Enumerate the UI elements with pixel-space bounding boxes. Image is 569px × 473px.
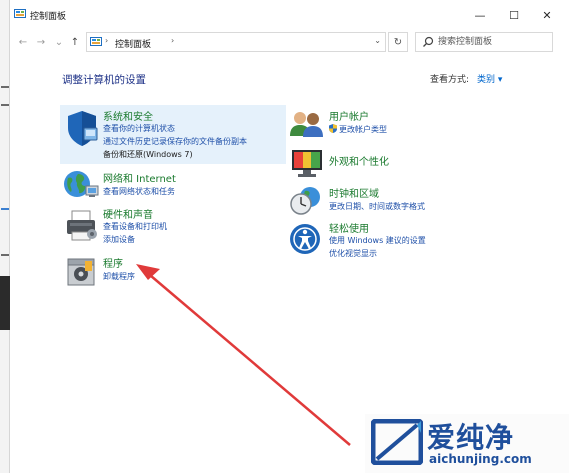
category-title[interactable]: 程序 bbox=[103, 255, 123, 270]
category-programs[interactable]: 程序 卸载程序 bbox=[60, 254, 286, 288]
navigation-bar: ← → ⌄ ↑ › 控制面板 › ⌄ ↻ bbox=[10, 30, 569, 54]
admin-shield-icon bbox=[329, 124, 337, 133]
printer-icon bbox=[67, 210, 97, 241]
desktop-mark bbox=[1, 254, 9, 256]
maximize-button[interactable]: ☐ bbox=[498, 0, 530, 30]
control-panel-window: 控制面板 — ☐ ✕ ← → ⌄ ↑ › 控制面板 › ⌄ ↻ 搜索控制面板 调… bbox=[10, 0, 569, 473]
category-link[interactable]: 卸载程序 bbox=[103, 271, 135, 282]
desktop-mark bbox=[1, 104, 9, 106]
watermark-url: aichunjing.com bbox=[429, 452, 532, 466]
category-hardware-sound[interactable]: 硬件和声音 查看设备和打印机 添加设备 bbox=[60, 205, 286, 247]
users-icon bbox=[290, 112, 323, 137]
accessibility-icon bbox=[290, 224, 320, 254]
address-bar[interactable]: › 控制面板 › ⌄ bbox=[86, 32, 386, 52]
programs-icon bbox=[67, 258, 95, 286]
category-user-accounts[interactable]: 用户帐户 更改帐户类型 bbox=[288, 106, 514, 140]
window-title: 控制面板 bbox=[30, 12, 67, 22]
category-link[interactable]: 更改日期、时间或数字格式 bbox=[329, 201, 425, 212]
category-title[interactable]: 用户帐户 bbox=[329, 108, 369, 123]
refresh-button[interactable]: ↻ bbox=[388, 32, 408, 52]
recent-locations-button[interactable]: ⌄ bbox=[52, 35, 66, 49]
category-link[interactable]: 备份和还原(Windows 7) bbox=[103, 149, 193, 160]
category-link[interactable]: 更改帐户类型 bbox=[339, 124, 387, 135]
category-ease-of-access[interactable]: 轻松使用 使用 Windows 建议的设置 优化视觉显示 bbox=[288, 219, 514, 259]
desktop-mark bbox=[1, 86, 9, 88]
clock-icon bbox=[290, 187, 320, 215]
category-link[interactable]: 查看网络状态和任务 bbox=[103, 186, 175, 197]
monitor-icon bbox=[292, 150, 322, 177]
desktop-dark-block bbox=[0, 276, 10, 330]
logo-mark bbox=[371, 419, 423, 465]
category-title[interactable]: 时钟和区域 bbox=[329, 185, 379, 200]
minimize-button[interactable]: — bbox=[464, 0, 496, 30]
category-system-security[interactable]: 系统和安全 查看你的计算机状态 通过文件历史记录保存你的文件备份副本 备份和还原… bbox=[60, 105, 286, 164]
view-by-dropdown[interactable]: 类别 ▾ bbox=[477, 72, 502, 85]
category-title[interactable]: 系统和安全 bbox=[103, 108, 153, 123]
page-title: 调整计算机的设置 bbox=[62, 74, 146, 86]
category-link[interactable]: 优化视觉显示 bbox=[329, 248, 377, 259]
control-panel-icon bbox=[90, 37, 102, 46]
category-link[interactable]: 查看你的计算机状态 bbox=[103, 123, 175, 134]
shield-icon bbox=[68, 111, 98, 146]
title-bar: 控制面板 — ☐ ✕ bbox=[10, 0, 569, 30]
category-link[interactable]: 添加设备 bbox=[103, 234, 135, 245]
desktop-mark bbox=[1, 208, 9, 210]
category-link[interactable]: 使用 Windows 建议的设置 bbox=[329, 235, 426, 246]
category-title[interactable]: 外观和个性化 bbox=[329, 153, 389, 168]
back-button[interactable]: ← bbox=[16, 35, 30, 49]
globe-icon bbox=[64, 171, 99, 197]
watermark-logo: 爱纯净 aichunjing.com bbox=[365, 414, 569, 473]
up-button[interactable]: ↑ bbox=[68, 35, 82, 49]
watermark-brand: 爱纯净 bbox=[427, 421, 515, 454]
category-title[interactable]: 网络和 Internet bbox=[103, 170, 176, 185]
forward-button[interactable]: → bbox=[34, 35, 48, 49]
close-button[interactable]: ✕ bbox=[531, 0, 563, 30]
desktop-background-strip bbox=[0, 0, 10, 473]
search-icon bbox=[423, 36, 434, 47]
category-link[interactable]: 通过文件历史记录保存你的文件备份副本 bbox=[103, 136, 247, 147]
category-network-internet[interactable]: 网络和 Internet 查看网络状态和任务 bbox=[60, 168, 286, 202]
breadcrumb-separator[interactable]: › bbox=[171, 36, 174, 45]
breadcrumb-separator[interactable]: › bbox=[105, 36, 108, 45]
breadcrumb-control-panel[interactable]: 控制面板 bbox=[115, 37, 151, 50]
category-link[interactable]: 查看设备和打印机 bbox=[103, 221, 167, 232]
category-title[interactable]: 硬件和声音 bbox=[103, 206, 153, 221]
search-input[interactable] bbox=[438, 35, 548, 49]
address-dropdown-button[interactable]: ⌄ bbox=[374, 36, 381, 45]
category-appearance[interactable]: 外观和个性化 bbox=[288, 144, 514, 180]
control-panel-icon bbox=[14, 9, 26, 18]
search-box[interactable] bbox=[415, 32, 553, 52]
view-by-label: 查看方式: bbox=[430, 75, 470, 85]
category-clock-region[interactable]: 时钟和区域 更改日期、时间或数字格式 bbox=[288, 183, 514, 217]
category-title[interactable]: 轻松使用 bbox=[329, 220, 369, 235]
